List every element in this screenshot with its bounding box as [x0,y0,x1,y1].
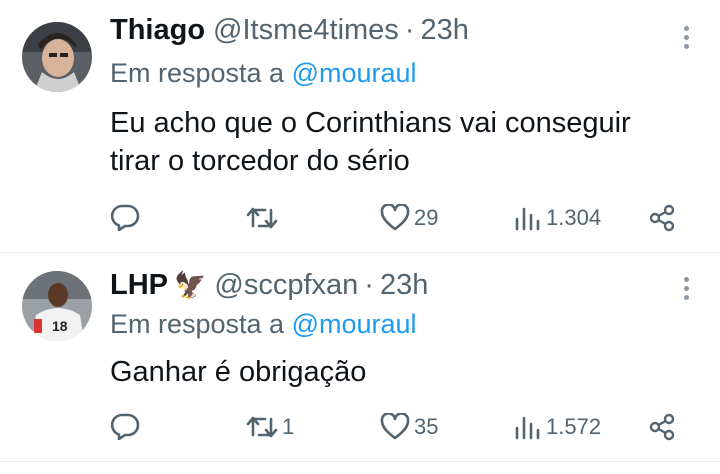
share-button[interactable] [648,204,676,232]
display-name[interactable]: LHP [110,269,168,302]
reply-icon [110,413,140,440]
tweet-text-line: Eu acho que o Corinthians vai conseguir [110,107,631,139]
separator: · [404,14,415,46]
views-button[interactable]: 1.572 [514,414,601,440]
share-button[interactable] [648,413,676,441]
reply-context: Em resposta a @mouraul [110,309,417,340]
reply-icon [110,204,140,231]
username[interactable]: @sccpfxan [214,269,358,302]
avatar[interactable]: 18 [22,271,92,341]
eagle-emoji-icon: 🦅 [174,270,207,300]
like-count: 29 [414,205,439,230]
views-icon [515,416,540,440]
tweet-text: Eu acho que o Corinthians vai conseguir … [110,104,710,180]
more-icon[interactable] [684,277,690,300]
retweet-icon [246,207,278,229]
reply-mention-link[interactable]: @mouraul [292,58,417,88]
reply-context: Em resposta a @mouraul [110,58,417,89]
share-icon [649,204,675,232]
reply-prefix: Em resposta a [110,309,285,339]
reply-prefix: Em resposta a [110,58,285,88]
retweet-icon [246,416,278,438]
reply-button[interactable] [110,203,144,231]
action-bar: 29 1.304 [110,201,690,235]
retweet-button[interactable] [246,205,282,231]
views-icon [515,207,540,231]
display-name[interactable]: Thiago [110,14,205,47]
like-icon [380,413,410,440]
like-button[interactable]: 29 [380,204,438,232]
more-icon[interactable] [684,26,690,49]
retweet-count: 1 [282,414,295,439]
avatar[interactable] [22,22,92,92]
svg-text:18: 18 [52,318,68,334]
view-count: 1.304 [546,205,602,230]
tweet-text: Ganhar é obrigação [110,353,710,391]
share-icon [649,413,675,441]
action-bar: 1 35 1.572 [110,410,690,444]
tweet[interactable]: 18 LHP 🦅 @sccpfxan · 23h Em resposta a @… [0,253,720,462]
view-count: 1.572 [546,414,602,439]
like-icon [380,204,410,231]
tweet-text-line: Ganhar é obrigação [110,356,367,388]
tweet[interactable]: Thiago @Itsme4times · 23h Em resposta a … [0,0,720,253]
tweet-text-line: tirar o torcedor do sério [110,145,410,177]
username[interactable]: @Itsme4times [213,14,399,47]
timestamp[interactable]: 23h [420,14,468,47]
reply-button[interactable] [110,412,144,440]
separator: · [364,269,374,301]
tweet-header: LHP 🦅 @sccpfxan · 23h [110,269,428,302]
like-count: 35 [414,414,439,439]
like-button[interactable]: 35 [380,413,438,441]
views-button[interactable]: 1.304 [514,205,601,231]
reply-mention-link[interactable]: @mouraul [292,309,417,339]
retweet-button[interactable]: 1 [246,414,294,440]
timestamp[interactable]: 23h [380,269,428,302]
tweet-header: Thiago @Itsme4times · 23h [110,14,469,47]
